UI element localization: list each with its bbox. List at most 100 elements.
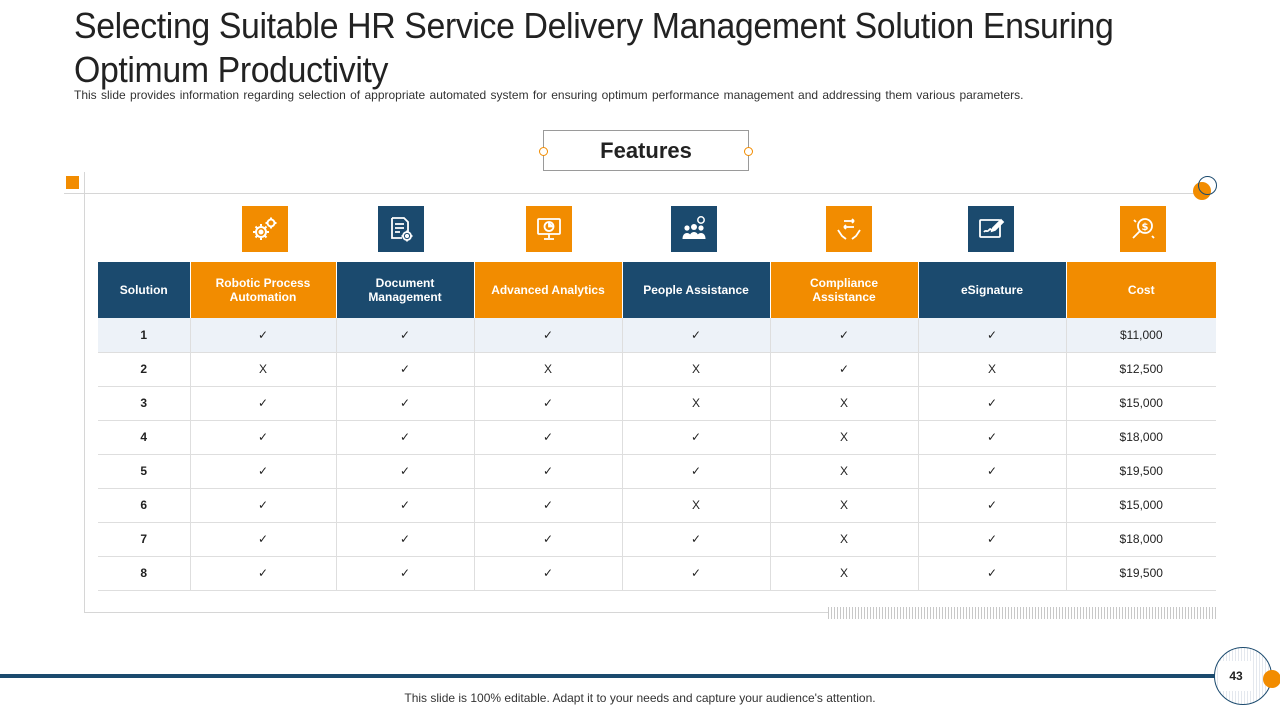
feature-cell: ✓ [622,522,771,557]
feature-cell: ✓ [336,522,475,557]
table-row: 4 ✓ ✓ ✓ ✓ X ✓ $18,000 [98,420,1216,455]
table-header-row: Solution Robotic Process Automation Docu… [98,262,1216,318]
frame-line-top [64,193,1206,194]
features-label-box: Features [539,130,753,171]
feature-cell: ✓ [918,488,1067,523]
feature-cell: ✓ [336,386,475,421]
decorative-page-dot [1263,670,1280,688]
feature-cell: ✓ [474,522,623,557]
header-esignature: eSignature [918,262,1067,318]
decorative-square [66,176,79,189]
feature-cell: ✓ [918,420,1067,455]
feature-cell: X [770,420,919,455]
feature-cell: ✓ [190,420,337,455]
feature-cell: X [770,454,919,489]
feature-cell: ✓ [474,420,623,455]
feature-cell: ✓ [622,318,771,353]
feature-cell: ✓ [622,454,771,489]
feature-cell: X [622,488,771,523]
table-row: 2 X ✓ X X ✓ X $12,500 [98,352,1216,387]
feature-cell: ✓ [190,386,337,421]
solution-number: 4 [98,420,191,455]
solution-number: 3 [98,386,191,421]
feature-cell: ✓ [918,386,1067,421]
connector-dot-right [744,147,753,156]
feature-cell: ✓ [918,556,1067,591]
table-row: 7 ✓ ✓ ✓ ✓ X ✓ $18,000 [98,522,1216,557]
table-row: 3 ✓ ✓ ✓ X X ✓ $15,000 [98,386,1216,421]
feature-cell: ✓ [336,488,475,523]
feature-cell: ✓ [336,352,475,387]
gears-icon [242,206,288,252]
feature-cell: X [770,522,919,557]
feature-cell: X [770,556,919,591]
solution-number: 6 [98,488,191,523]
feature-cell: ✓ [190,556,337,591]
hands-compliance-icon [826,206,872,252]
table-row: 1 ✓ ✓ ✓ ✓ ✓ ✓ $11,000 [98,318,1216,353]
analytics-monitor-icon [526,206,572,252]
feature-cell: ✓ [474,386,623,421]
people-group-icon [671,206,717,252]
cost-search-icon: $ [1120,206,1166,252]
esignature-icon [968,206,1014,252]
feature-cell: ✓ [918,318,1067,353]
feature-cell: ✓ [190,454,337,489]
connector-dot-left [539,147,548,156]
feature-cell: ✓ [474,454,623,489]
cost-cell: $12,500 [1066,352,1216,387]
table-row: 8 ✓ ✓ ✓ ✓ X ✓ $19,500 [98,556,1216,591]
feature-cell: X [918,352,1067,387]
solutions-comparison-table: Solution Robotic Process Automation Docu… [98,262,1216,591]
header-document-management: Document Management [336,262,475,318]
frame-line-left [84,172,85,612]
feature-cell: X [622,352,771,387]
feature-cell: ✓ [474,318,623,353]
slide-subtitle: This slide provides information regardin… [74,88,1024,102]
solution-number: 5 [98,454,191,489]
cost-cell: $18,000 [1066,420,1216,455]
page-number: 43 [1220,661,1252,691]
feature-cell: X [770,488,919,523]
svg-text:$: $ [1142,222,1149,233]
solution-number: 2 [98,352,191,387]
cost-cell: $15,000 [1066,488,1216,523]
footer-note: This slide is 100% editable. Adapt it to… [404,691,876,705]
feature-cell: ✓ [918,454,1067,489]
document-gear-icon [378,206,424,252]
feature-cell: ✓ [336,556,475,591]
header-cost: Cost [1066,262,1216,318]
feature-cell: ✓ [770,352,919,387]
cost-cell: $11,000 [1066,318,1216,353]
cost-cell: $15,000 [1066,386,1216,421]
feature-cell: X [622,386,771,421]
decorative-hatch [828,607,1218,619]
feature-cell: ✓ [622,556,771,591]
header-compliance-assistance: Compliance Assistance [770,262,919,318]
feature-cell: ✓ [770,318,919,353]
feature-cell: ✓ [190,522,337,557]
decorative-circle-outline [1198,176,1217,195]
solution-number: 1 [98,318,191,353]
feature-cell: ✓ [918,522,1067,557]
table-row: 5 ✓ ✓ ✓ ✓ X ✓ $19,500 [98,454,1216,489]
footer-divider [0,674,1215,678]
feature-cell: ✓ [336,420,475,455]
feature-cell: ✓ [622,420,771,455]
slide-title: Selecting Suitable HR Service Delivery M… [74,5,1114,90]
cost-cell: $18,000 [1066,522,1216,557]
header-robotic-process-automation: Robotic Process Automation [190,262,337,318]
feature-cell: ✓ [474,556,623,591]
solution-number: 7 [98,522,191,557]
feature-cell: ✓ [190,318,337,353]
feature-cell: ✓ [190,488,337,523]
header-people-assistance: People Assistance [622,262,771,318]
cost-cell: $19,500 [1066,454,1216,489]
header-solution: Solution [98,262,191,318]
feature-cell: X [190,352,337,387]
header-advanced-analytics: Advanced Analytics [474,262,623,318]
feature-cell: ✓ [474,488,623,523]
features-label: Features [600,137,692,163]
feature-cell: ✓ [336,318,475,353]
feature-cell: X [474,352,623,387]
